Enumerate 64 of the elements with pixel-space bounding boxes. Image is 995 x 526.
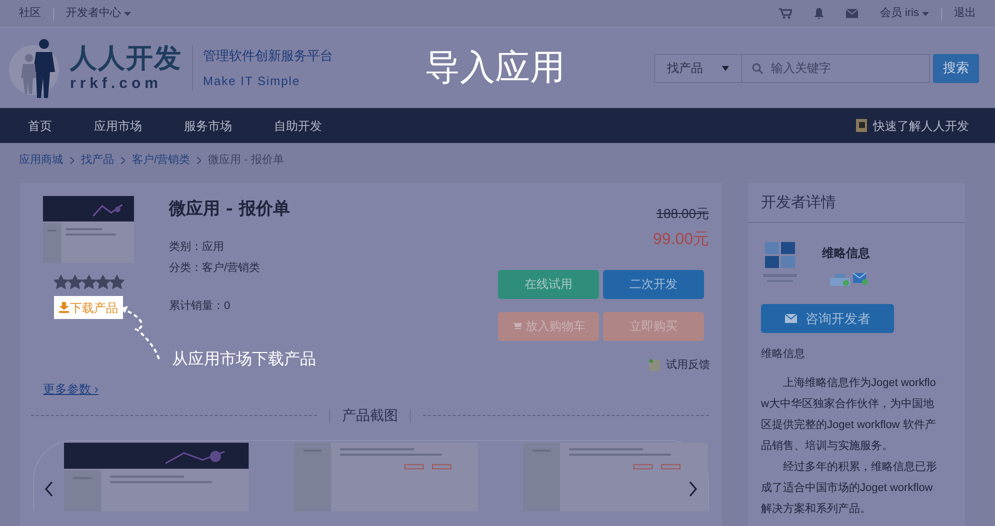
caret-icon: [922, 12, 929, 16]
chevron-icon: [197, 156, 202, 164]
overlay-title: 导入应用: [425, 46, 565, 89]
note-icon: [649, 358, 660, 371]
chevron-icon: [121, 156, 125, 164]
star-icon: [96, 275, 110, 289]
star-icon: [110, 275, 124, 289]
nav-link[interactable]: 服务市场: [184, 116, 232, 134]
bell-icon[interactable]: [814, 8, 824, 19]
developer-name: 维略信息: [822, 245, 870, 262]
mail-icon: [784, 314, 796, 323]
top-link[interactable]: 开发者中心: [66, 5, 131, 22]
caret-icon: [124, 12, 131, 16]
contact-developer-button[interactable]: 咨询开发者: [761, 304, 894, 333]
star-icon: [68, 275, 82, 289]
section-title: 产品截图: [342, 406, 398, 425]
annotation-text: 从应用市场下载产品: [172, 350, 316, 370]
book-icon: [856, 119, 867, 132]
mail-verified-icon: [853, 272, 868, 285]
building-verified-icon: [830, 272, 850, 286]
develop-button[interactable]: 二次开发: [603, 270, 704, 298]
description-text: 经过多年的积累，维略信息已形成了适合中国市场的Joget workflow解决方案和系列产品。: [761, 460, 938, 516]
breadcrumb-link[interactable]: 找产品: [81, 152, 114, 168]
panel-title: 开发者详情: [761, 192, 836, 214]
slogan: 管理软件创新服务平台: [203, 46, 333, 65]
search-field[interactable]: 输入关键字: [742, 54, 930, 82]
user-menu[interactable]: 会员 iris: [880, 5, 929, 22]
cart-icon: [512, 322, 522, 330]
logo-domain[interactable]: rrkf.com: [70, 76, 182, 91]
cart-icon[interactable]: [778, 8, 792, 19]
chevron-right-icon[interactable]: [688, 481, 698, 497]
more-params-link[interactable]: 更多参数 ›: [43, 380, 98, 398]
search-button[interactable]: 搜索: [933, 54, 979, 82]
feedback-link[interactable]: 试用反馈: [649, 356, 710, 373]
search-icon: [752, 62, 763, 74]
download-icon: [59, 302, 69, 313]
breadcrumb-link[interactable]: 应用商城: [19, 152, 63, 168]
nav-link[interactable]: 应用市场: [94, 116, 142, 134]
slogan-english: Make IT Simple: [203, 73, 302, 90]
sales-count: 累计销量：0: [169, 298, 232, 314]
nav-link[interactable]: 自助开发: [274, 116, 322, 134]
chevron-icon: [70, 156, 74, 164]
category-select[interactable]: 找产品: [654, 54, 742, 82]
download-button[interactable]: 下载产品: [54, 296, 123, 319]
breadcrumb-current: 微应用 - 报价单: [208, 152, 284, 168]
logout-link[interactable]: 退出: [954, 5, 976, 22]
mail-icon[interactable]: [846, 9, 858, 18]
description-text: 上海维略信息作为Joget workflow大中华区独家合作伙伴，为中国地区提供完整的Joget workflow 软件产品销售、培训与实施服务。: [761, 376, 937, 454]
price: 99.00元: [652, 230, 709, 250]
breadcrumb-link[interactable]: 客户/营销类: [132, 152, 190, 168]
chevron-left-icon[interactable]: [44, 481, 54, 497]
nav-link[interactable]: 首页: [28, 116, 52, 134]
product-field: 类别：应用: [169, 238, 290, 255]
product-title: 微应用 - 报价单: [169, 198, 290, 221]
caret-icon: [722, 66, 729, 70]
nav-link[interactable]: 快速了解人人开发: [856, 116, 969, 134]
logo-text[interactable]: 人人开发: [70, 45, 182, 72]
trial-button[interactable]: 在线试用: [498, 270, 599, 298]
star-icon: [54, 275, 68, 289]
section-label: 维略信息: [761, 346, 806, 362]
star-icon: [82, 275, 96, 289]
top-link[interactable]: 社区: [19, 5, 41, 22]
original-price: 188.00元: [656, 205, 709, 223]
product-field: 分类：客户/营销类: [169, 260, 290, 276]
